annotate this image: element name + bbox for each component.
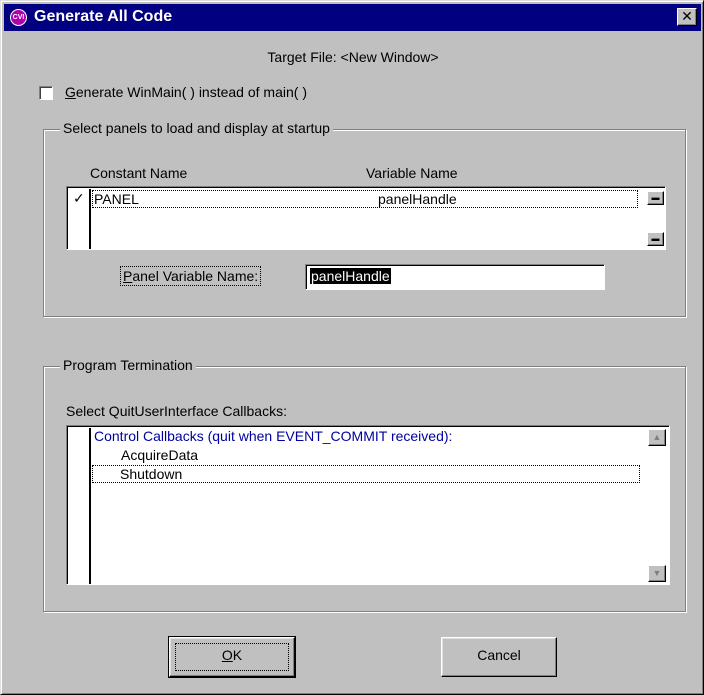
panel-variable-name-input[interactable]: panelHandle (305, 264, 605, 290)
target-file-label: Target File: <New Window> (267, 49, 439, 65)
quit-callbacks-scrollbar[interactable]: ▲ ▼ (647, 427, 669, 584)
ok-button-focus (175, 643, 289, 671)
title-bar[interactable]: CVI Generate All Code ✕ (4, 4, 701, 31)
variable-name-column-header: Variable Name (366, 165, 458, 181)
panels-list-scrollbar[interactable]: ▬ ▬ (646, 188, 665, 249)
panel-variable-mnemonic: P (123, 268, 133, 284)
table-row[interactable]: PANEL panelHandle (92, 190, 638, 208)
window-title: Generate All Code (34, 8, 173, 25)
quit-callbacks-label: Select QuitUserInterface Callbacks: (66, 403, 287, 419)
list-divider (89, 189, 91, 249)
panel-variable-name-label: Panel Variable Name: (120, 266, 262, 286)
list-item: Shutdown (120, 466, 183, 482)
close-button[interactable]: ✕ (677, 8, 697, 26)
panel-variable-name-value: panelHandle (310, 268, 391, 284)
panel-variable-label-text: anel Variable Name: (132, 268, 259, 284)
panel-variable-name: panelHandle (378, 191, 457, 207)
constant-name-column-header: Constant Name (90, 165, 188, 181)
generate-winmain-label[interactable]: Generate WinMain( ) instead of main( ) (65, 84, 307, 100)
program-termination-group-title: Program Termination (60, 357, 196, 373)
scroll-down-button[interactable]: ▬ (647, 232, 664, 246)
generate-winmain-mnemonic: G (65, 84, 76, 100)
list-divider (89, 428, 91, 584)
generate-winmain-label-text: enerate WinMain( ) instead of main( ) (75, 84, 307, 100)
scroll-down-icon: ▬ (651, 234, 660, 243)
scroll-up-button[interactable]: ▬ (647, 191, 664, 205)
cancel-button-label: Cancel (477, 647, 521, 663)
callback-header-item: Control Callbacks (quit when EVENT_COMMI… (94, 428, 453, 444)
scroll-up-button[interactable]: ▲ (648, 429, 666, 446)
startup-panels-group: Select panels to load and display at sta… (43, 120, 686, 317)
list-item-focused[interactable]: Shutdown (92, 465, 640, 483)
scroll-down-button[interactable]: ▼ (648, 565, 666, 582)
generate-winmain-checkbox[interactable] (39, 86, 53, 100)
ok-button[interactable]: OK (168, 636, 296, 678)
scroll-up-icon: ▬ (651, 193, 660, 202)
cancel-button[interactable]: Cancel (441, 637, 557, 677)
quit-callbacks-list[interactable]: Control Callbacks (quit when EVENT_COMMI… (66, 425, 670, 585)
app-icon: CVI (10, 9, 27, 26)
program-termination-group: Program Termination Select QuitUserInter… (43, 357, 686, 612)
scroll-up-icon: ▲ (652, 432, 662, 442)
list-item[interactable]: AcquireData (121, 447, 198, 463)
panel-row-check[interactable]: ✓ (73, 190, 85, 207)
close-icon: ✕ (681, 8, 693, 24)
generate-all-code-dialog: CVI Generate All Code ✕ Target File: <Ne… (0, 0, 704, 695)
panels-list[interactable]: ✓ PANEL panelHandle ▬ ▬ (66, 186, 666, 250)
startup-panels-group-title: Select panels to load and display at sta… (60, 120, 333, 136)
scroll-down-icon: ▼ (652, 568, 662, 578)
panel-constant-name: PANEL (94, 191, 139, 207)
